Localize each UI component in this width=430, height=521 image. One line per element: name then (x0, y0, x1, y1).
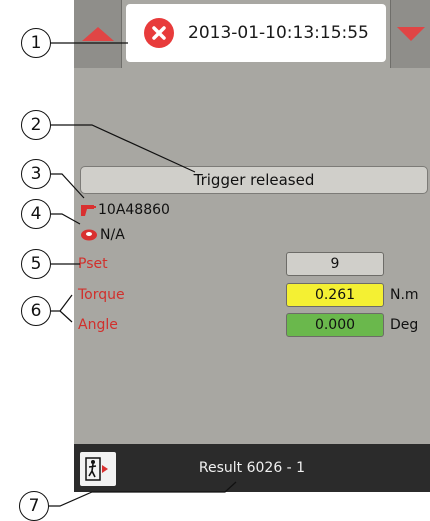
tool-icon (80, 203, 96, 217)
error-circle-x-icon (144, 18, 174, 48)
tool-id: 10A48860 (98, 202, 170, 218)
timestamp: 2013-01-10:13:15:55 (188, 23, 369, 43)
next-result-button[interactable] (390, 0, 430, 68)
socket-icon (80, 228, 100, 242)
socket-value: N/A (100, 227, 125, 243)
callout-1: 1 (21, 28, 51, 58)
torque-label: Torque (78, 287, 125, 303)
triangle-up-icon (81, 27, 114, 41)
tool-row: 10A48860 (80, 199, 170, 221)
triangle-down-icon (396, 27, 425, 41)
callout-5: 5 (21, 249, 51, 279)
angle-value-box: 0.000 (286, 313, 384, 337)
callout-2-number: 2 (30, 115, 42, 135)
pset-value-box: 9 (286, 252, 384, 276)
callout-3-number: 3 (30, 164, 42, 184)
status-text: Trigger released (193, 171, 315, 189)
bottom-bar: Result 6026 - 1 (74, 444, 430, 492)
status-message: Trigger released (80, 166, 428, 194)
timestamp-box: 2013-01-10:13:15:55 (126, 4, 386, 62)
callout-6-number: 6 (30, 301, 42, 321)
callout-7-number: 7 (28, 496, 40, 516)
callout-5-number: 5 (30, 254, 42, 274)
result-label: Result 6026 - 1 (198, 460, 306, 476)
angle-label: Angle (78, 317, 118, 333)
callout-4: 4 (21, 199, 51, 229)
callout-3: 3 (21, 159, 51, 189)
callout-7: 7 (19, 491, 49, 521)
pset-value: 9 (330, 256, 340, 272)
callout-6: 6 (21, 296, 51, 326)
angle-value: 0.000 (314, 317, 356, 333)
torque-value: 0.261 (314, 287, 356, 303)
previous-result-button[interactable] (74, 0, 122, 68)
callout-4-number: 4 (30, 204, 42, 224)
callout-1-number: 1 (30, 33, 42, 53)
pset-label: Pset (78, 256, 108, 272)
device-screen: 2013-01-10:13:15:55 Trigger released 10A… (74, 0, 430, 492)
top-bar: 2013-01-10:13:15:55 (74, 0, 430, 90)
torque-value-box: 0.261 (286, 283, 384, 307)
angle-unit: Deg (390, 317, 419, 333)
socket-row: N/A (80, 224, 125, 246)
callout-2: 2 (21, 110, 51, 140)
torque-unit: N.m (390, 287, 419, 303)
